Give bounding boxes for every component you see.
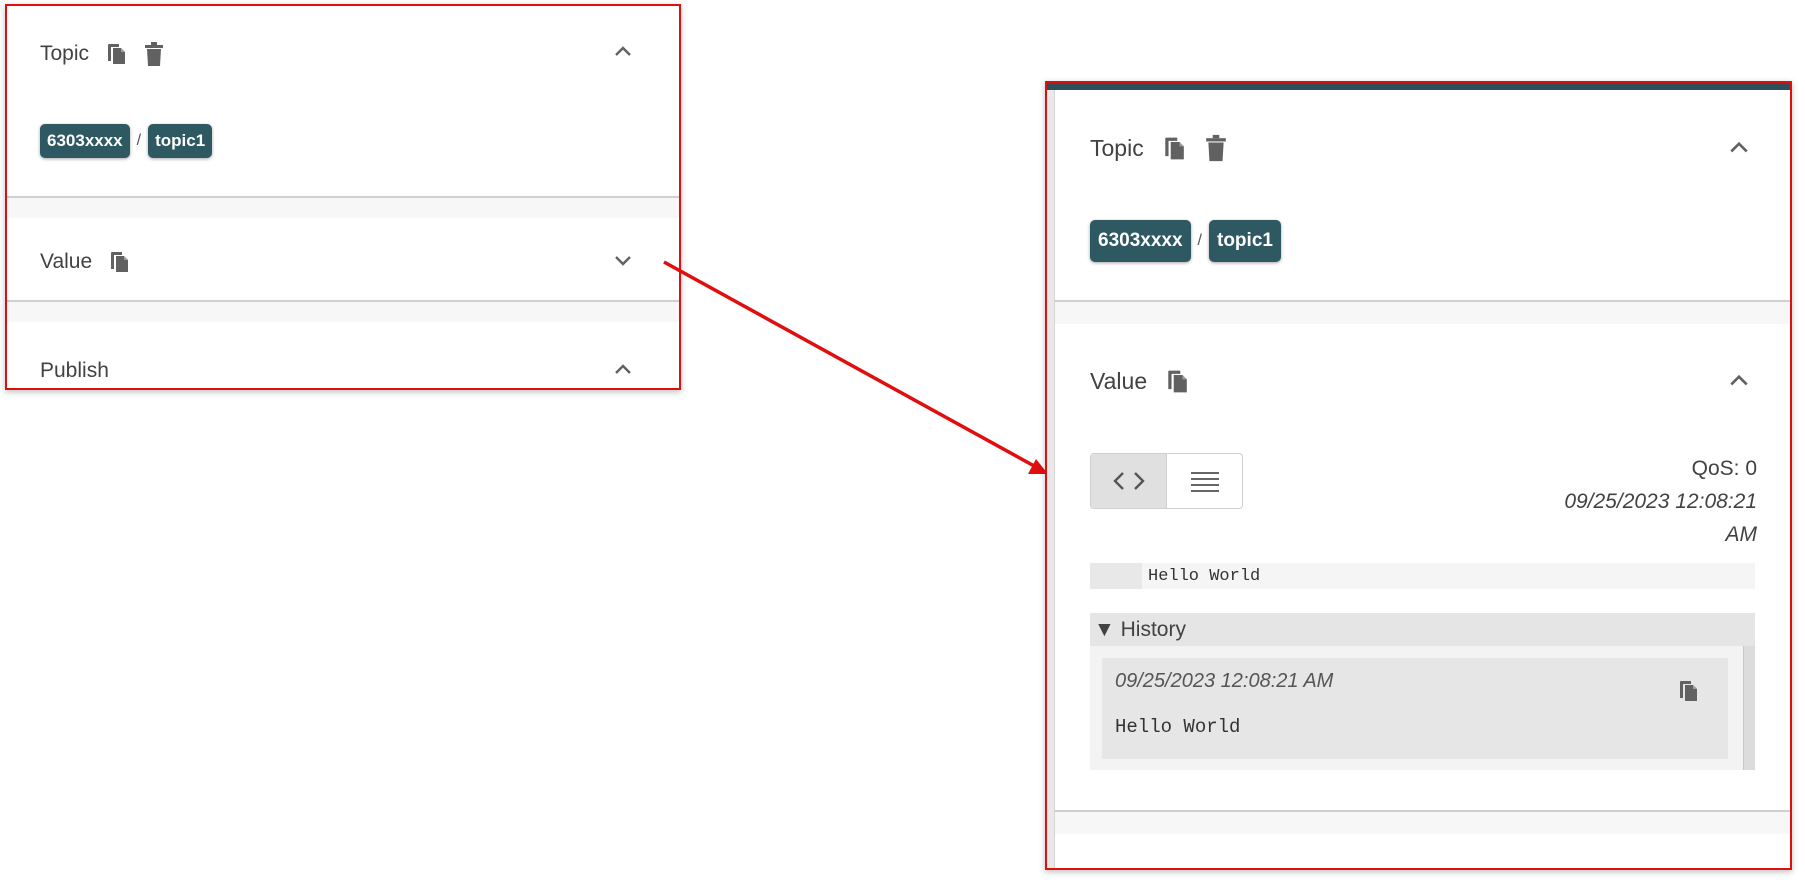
copy-icon[interactable] xyxy=(1165,368,1189,395)
value-viewer[interactable]: Hello World xyxy=(1090,563,1755,589)
breadcrumb-separator: / xyxy=(1197,232,1202,249)
topic-chip-root[interactable]: 6303xxxx xyxy=(1090,220,1191,262)
history-item[interactable]: 09/25/2023 12:08:21 AM Hello World xyxy=(1102,658,1728,759)
value-text: Hello World xyxy=(1148,566,1261,586)
topic-header: Topic xyxy=(1090,130,1228,166)
history-list: 09/25/2023 12:08:21 AM Hello World xyxy=(1090,646,1755,770)
copy-icon[interactable] xyxy=(1162,135,1186,162)
topic-chip-leaf[interactable]: topic1 xyxy=(1209,220,1281,262)
right-sidebar-panel: Topic 6303xxxx / topic1 Value QoS: 0 09/… xyxy=(1045,81,1792,870)
panel-top-bar xyxy=(1047,83,1790,90)
qos-label: QoS: 0 xyxy=(1691,457,1757,480)
topic-breadcrumb: 6303xxxx / topic1 xyxy=(1090,220,1281,262)
view-mode-toggle xyxy=(1090,453,1243,509)
history-toggle[interactable]: ▼ History xyxy=(1090,613,1755,647)
value-header[interactable]: Value xyxy=(1090,363,1189,399)
section-divider xyxy=(1055,300,1790,324)
value-title: Value xyxy=(1090,367,1148,394)
message-meta: QoS: 0 09/25/2023 12:08:21 AM xyxy=(1457,452,1757,551)
panel-resize-rail[interactable] xyxy=(1047,90,1055,868)
history-title: ▼ History xyxy=(1094,617,1186,641)
history-item-value: Hello World xyxy=(1115,716,1241,738)
section-divider xyxy=(1055,810,1790,834)
message-timestamp-suffix: AM xyxy=(1725,523,1758,546)
message-timestamp: 09/25/2023 12:08:21 xyxy=(1564,490,1757,513)
history-scrollbar[interactable] xyxy=(1743,646,1755,770)
chevron-up-icon[interactable] xyxy=(1728,139,1750,160)
copy-icon[interactable] xyxy=(1677,679,1699,703)
topic-title: Topic xyxy=(1090,134,1144,161)
trash-icon[interactable] xyxy=(1204,133,1228,163)
code-view-icon[interactable] xyxy=(1091,454,1167,508)
history-item-timestamp: 09/25/2023 12:08:21 AM xyxy=(1115,670,1334,692)
line-gutter xyxy=(1090,563,1142,589)
chevron-up-icon[interactable] xyxy=(1728,372,1750,393)
text-view-icon[interactable] xyxy=(1167,454,1242,508)
